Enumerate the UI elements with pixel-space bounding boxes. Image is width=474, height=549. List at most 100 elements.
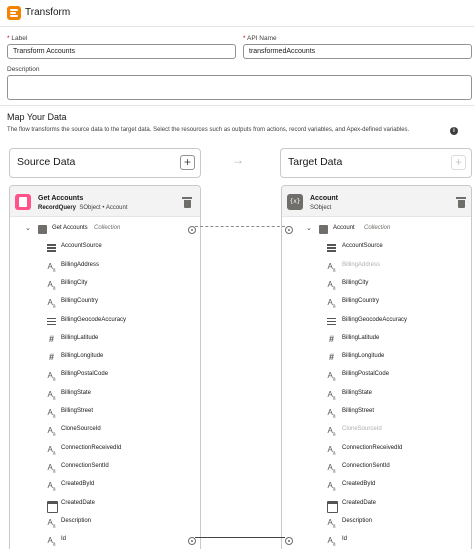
text-icon: Aa (47, 536, 56, 548)
source-field-row[interactable]: Aa BillingPostalCode (10, 367, 200, 385)
source-field-row[interactable]: BillingGeocodeAccuracy (10, 313, 200, 331)
description-field-label: Description (7, 66, 40, 73)
source-field-row[interactable]: # BillingLongitude (10, 349, 200, 367)
target-field-name: BillingStreet (342, 408, 375, 414)
source-field-row[interactable]: Aa CreatedById (10, 477, 200, 495)
text-icon: Aa (327, 298, 336, 310)
source-field-row[interactable]: Aa ConnectionReceivedId (10, 441, 200, 459)
api-name-input[interactable]: transformedAccounts (243, 44, 472, 59)
source-field-row[interactable]: Aa BillingCountry (10, 294, 200, 312)
target-resource-meta: SObject (310, 205, 332, 211)
source-field-name: CreatedById (61, 481, 95, 488)
source-field-row[interactable]: Aa Id (10, 532, 200, 549)
map-section-description: The flow transforms the source data to t… (7, 127, 410, 133)
target-field-name: BillingCity (342, 279, 369, 286)
target-field-row[interactable]: Aa BillingPostalCode (282, 367, 471, 385)
target-data-title: Target Data (288, 156, 343, 168)
source-field-name: ConnectionReceivedId (61, 444, 122, 451)
source-field-row[interactable]: AccountSource (10, 239, 200, 257)
target-field-row[interactable]: Aa Id (282, 532, 471, 549)
target-field-row[interactable]: Aa Description (282, 514, 471, 532)
collection-tag: Collection (94, 225, 121, 231)
source-root-label: Get Accounts (52, 225, 88, 231)
text-icon: Aa (47, 279, 56, 292)
target-field-name: BillingAddress (342, 261, 381, 268)
number-icon: # (48, 333, 54, 344)
source-field-row[interactable]: Aa BillingState (10, 386, 200, 404)
text-icon: Aa (327, 536, 336, 548)
record-query-icon (15, 194, 31, 210)
text-icon: Aa (47, 481, 56, 493)
text-icon: Aa (47, 408, 56, 420)
target-field-name: BillingCountry (342, 298, 380, 305)
target-field-row[interactable]: Aa ConnectionReceivedId (282, 441, 471, 459)
number-icon: # (48, 352, 54, 363)
info-icon[interactable]: i (450, 127, 458, 135)
target-field-row[interactable]: # BillingLongitude (282, 349, 471, 367)
target-root-port[interactable] (285, 226, 293, 234)
target-data-card: Target Data + (280, 148, 472, 178)
add-target-button[interactable]: + (451, 155, 466, 170)
variable-icon: {x} (287, 194, 303, 210)
source-root-port[interactable] (188, 226, 196, 234)
text-icon: Aa (47, 389, 56, 402)
collection-tag: Collection (364, 225, 391, 231)
label-input[interactable]: Transform Accounts (7, 44, 236, 59)
target-field-row[interactable]: AccountSource (282, 239, 471, 257)
target-field-name: BillingGeocodeAccuracy (342, 316, 408, 323)
source-field-name: BillingLongitude (61, 353, 104, 360)
source-field-name: Id (61, 536, 67, 543)
text-icon: Aa (327, 408, 336, 420)
text-icon: Aa (327, 481, 336, 493)
target-id-port[interactable] (285, 537, 293, 546)
source-id-port[interactable] (188, 537, 196, 546)
label-field-label: * Label (7, 35, 28, 42)
source-field-row[interactable]: Aa BillingStreet (10, 404, 200, 422)
target-field-row[interactable]: # BillingLatitude (282, 331, 471, 349)
target-field-name: CreatedDate (342, 499, 377, 506)
api-name-field-label: * API Name (243, 35, 277, 42)
chevron-down-icon[interactable]: ⌄ (25, 224, 31, 232)
target-resource-header: {x} Account SObject (282, 186, 471, 217)
source-field-row[interactable]: Aa CloneSourceId (10, 422, 200, 440)
target-field-name: CreatedById (342, 481, 376, 488)
text-icon: Aa (47, 426, 56, 438)
source-data-card: Source Data + (9, 148, 201, 178)
text-icon: Aa (47, 462, 56, 475)
source-data-title: Source Data (17, 156, 76, 168)
header-bar: Transform (0, 0, 474, 27)
target-field-row[interactable]: Aa BillingState (282, 386, 471, 404)
picklist-icon (326, 316, 337, 327)
source-field-row[interactable]: # BillingLatitude (10, 331, 200, 349)
source-root-row[interactable]: ⌄ Get Accounts Collection (10, 221, 200, 239)
source-field-row[interactable]: CreatedDate (10, 496, 200, 514)
text-icon: Aa (327, 389, 336, 402)
map-section-title: Map Your Data (7, 112, 67, 122)
source-field-row[interactable]: Aa BillingAddress (10, 258, 200, 276)
target-panel: {x} Account SObject ⌄ Account Collection Ac… (281, 185, 472, 549)
source-field-name: CloneSourceId (61, 426, 101, 433)
source-field-name: BillingAddress (61, 261, 100, 268)
target-field-name: BillingLongitude (342, 353, 385, 360)
text-icon: Aa (47, 298, 56, 310)
delete-target-icon[interactable] (456, 196, 466, 208)
chevron-down-icon[interactable]: ⌄ (306, 224, 312, 232)
source-field-row[interactable]: Aa BillingCity (10, 276, 200, 294)
transform-icon (7, 6, 21, 20)
target-field-name: ConnectionSentId (342, 462, 390, 469)
target-field-row[interactable]: Aa BillingCountry (282, 294, 471, 312)
target-field-row[interactable]: CreatedDate (282, 496, 471, 514)
add-source-button[interactable]: + (180, 155, 195, 170)
target-field-row[interactable]: Aa BillingCity (282, 276, 471, 294)
target-field-row[interactable]: BillingGeocodeAccuracy (282, 313, 471, 331)
target-field-name: BillingLatitude (342, 334, 380, 341)
description-textarea[interactable] (7, 75, 472, 100)
source-field-row[interactable]: Aa Description (10, 514, 200, 532)
target-field-row[interactable]: Aa BillingStreet (282, 404, 471, 422)
calendar-icon (326, 499, 338, 513)
target-field-row[interactable]: Aa CreatedById (282, 477, 471, 495)
delete-source-icon[interactable] (182, 196, 192, 208)
target-field-row[interactable]: Aa ConnectionSentId (282, 459, 471, 477)
target-root-row[interactable]: ⌄ Account Collection (282, 221, 471, 239)
source-field-row[interactable]: Aa ConnectionSentId (10, 459, 200, 477)
